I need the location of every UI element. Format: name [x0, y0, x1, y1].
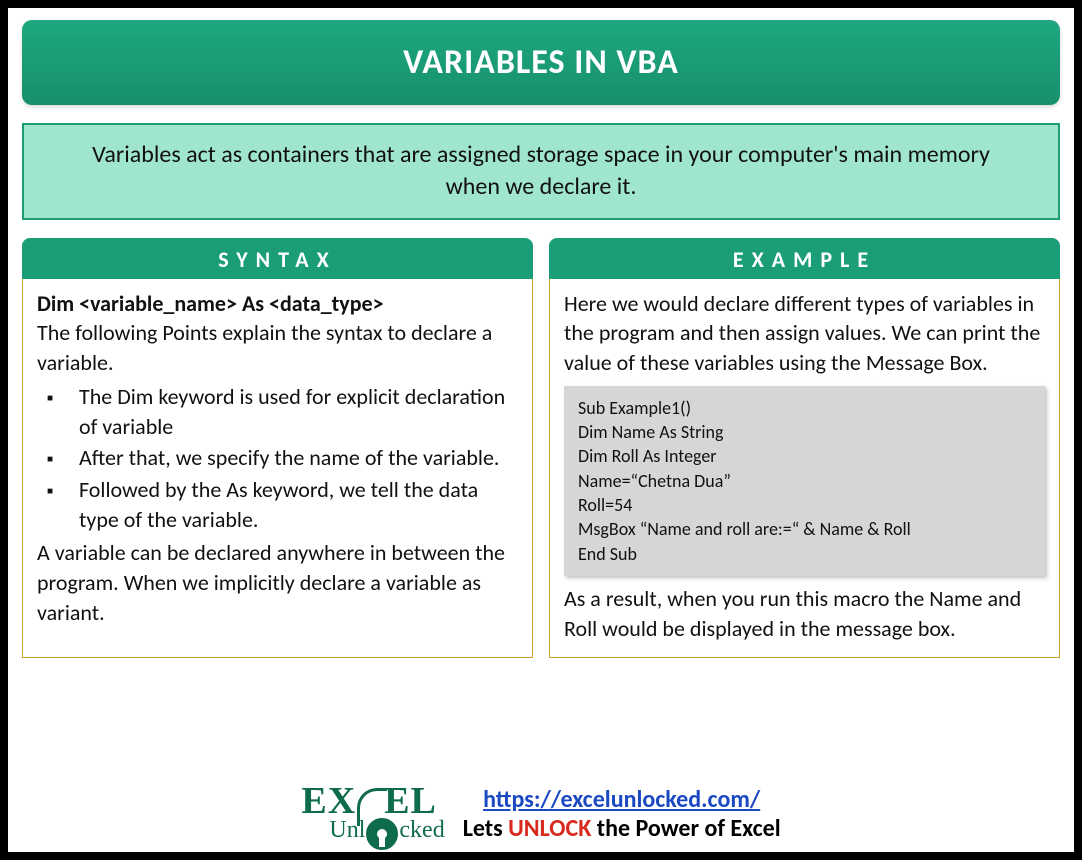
keyhole-icon: [366, 818, 398, 850]
tagline: Lets UNLOCK the Power of Excel: [463, 814, 781, 843]
example-outro: As a result, when you run this macro the…: [564, 584, 1045, 643]
code-line: MsgBox “Name and roll are:=“ & Name & Ro…: [578, 517, 1031, 541]
footer-url-link[interactable]: https://excelunlocked.com/: [483, 785, 760, 814]
syntax-intro: The following Points explain the syntax …: [37, 318, 518, 377]
example-column: EXAMPLE Here we would declare different …: [549, 238, 1060, 659]
tagline-suffix: the Power of Excel: [591, 814, 780, 843]
syntax-points-list: The Dim keyword is used for explicit dec…: [37, 382, 518, 534]
syntax-body: Dim <variable_name> As <data_type> The f…: [22, 279, 533, 659]
code-line: End Sub: [578, 542, 1031, 566]
page-title: VARIABLES IN VBA: [22, 20, 1060, 105]
footer-text-block: https://excelunlocked.com/ Lets UNLOCK t…: [463, 785, 781, 843]
tagline-prefix: Lets: [463, 814, 508, 843]
syntax-point: The Dim keyword is used for explicit dec…: [65, 382, 518, 441]
logo-top-row: EX EL: [301, 782, 444, 820]
footer: EX EL Unl cked https://excelunlocked.com…: [8, 782, 1074, 846]
code-line: Roll=54: [578, 493, 1031, 517]
code-line: Sub Example1(): [578, 396, 1031, 420]
logo-text: EX: [301, 782, 356, 820]
syntax-header: SYNTAX: [22, 238, 533, 279]
syntax-outro: A variable can be declared anywhere in b…: [37, 538, 518, 627]
example-body: Here we would declare different types of…: [549, 279, 1060, 659]
syntax-point: After that, we specify the name of the v…: [65, 443, 518, 473]
code-box: Sub Example1() Dim Name As String Dim Ro…: [564, 386, 1045, 576]
syntax-column: SYNTAX Dim <variable_name> As <data_type…: [22, 238, 533, 659]
description-box: Variables act as containers that are ass…: [22, 123, 1060, 220]
tagline-highlight: UNLOCK: [508, 814, 591, 843]
columns-container: SYNTAX Dim <variable_name> As <data_type…: [22, 238, 1060, 659]
brand-logo: EX EL Unl cked: [301, 782, 444, 846]
logo-text: cked: [399, 818, 444, 842]
logo-bottom-row: Unl cked: [329, 814, 444, 846]
code-line: Dim Name As String: [578, 420, 1031, 444]
example-intro: Here we would declare different types of…: [564, 289, 1045, 378]
code-line: Dim Roll As Integer: [578, 444, 1031, 468]
logo-text: EL: [384, 782, 437, 820]
example-header: EXAMPLE: [549, 238, 1060, 279]
syntax-declaration: Dim <variable_name> As <data_type>: [37, 289, 518, 319]
syntax-point: Followed by the As keyword, we tell the …: [65, 475, 518, 534]
code-line: Name=“Chetna Dua”: [578, 469, 1031, 493]
